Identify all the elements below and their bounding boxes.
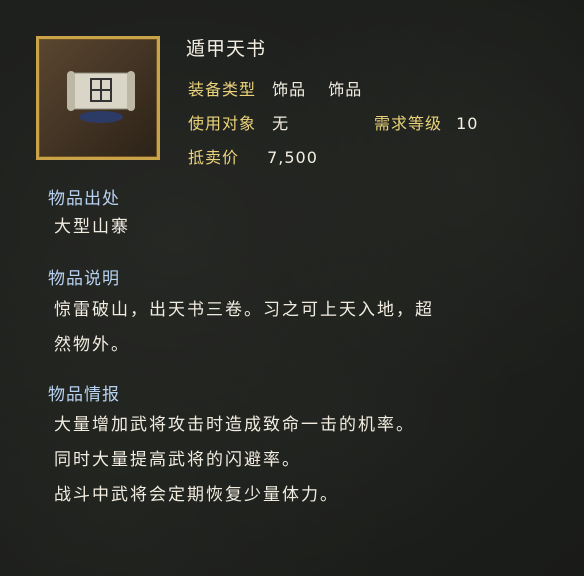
equip-type-label: 装备类型 [188,80,257,99]
level-value: 10 [456,114,479,133]
level-row: 需求等级 10 [374,110,478,134]
source-text: 大型山寨 [54,217,130,237]
level-label: 需求等级 [374,114,443,133]
item-icon-frame [36,36,160,160]
info-line-3: 战斗中武将会定期恢复少量体力。 [54,485,339,505]
equip-type-row: 装备类型 饰品 饰品 [188,76,362,100]
info-line-1: 大量增加武将攻击时造成致命一击的机率。 [54,415,415,435]
scroll-book-icon [67,71,135,123]
item-name: 遁甲天书 [186,38,267,60]
info-heading: 物品情报 [48,385,120,405]
description-line-1: 惊雷破山，出天书三卷。习之可上天入地，超 [54,300,434,320]
target-label: 使用对象 [188,114,257,133]
description-line-2: 然物外。 [54,335,130,355]
equip-type-value-1: 饰品 [272,80,307,99]
price-value: 7,500 [267,148,318,167]
price-row: 抵卖价 7,500 [188,144,318,168]
description-heading: 物品说明 [48,269,120,289]
source-heading: 物品出处 [48,189,120,209]
target-value: 无 [272,114,290,133]
equip-type-value-2: 饰品 [328,80,363,99]
target-row: 使用对象 无 [188,110,289,134]
price-label: 抵卖价 [188,148,240,167]
info-line-2: 同时大量提高武将的闪避率。 [54,450,301,470]
